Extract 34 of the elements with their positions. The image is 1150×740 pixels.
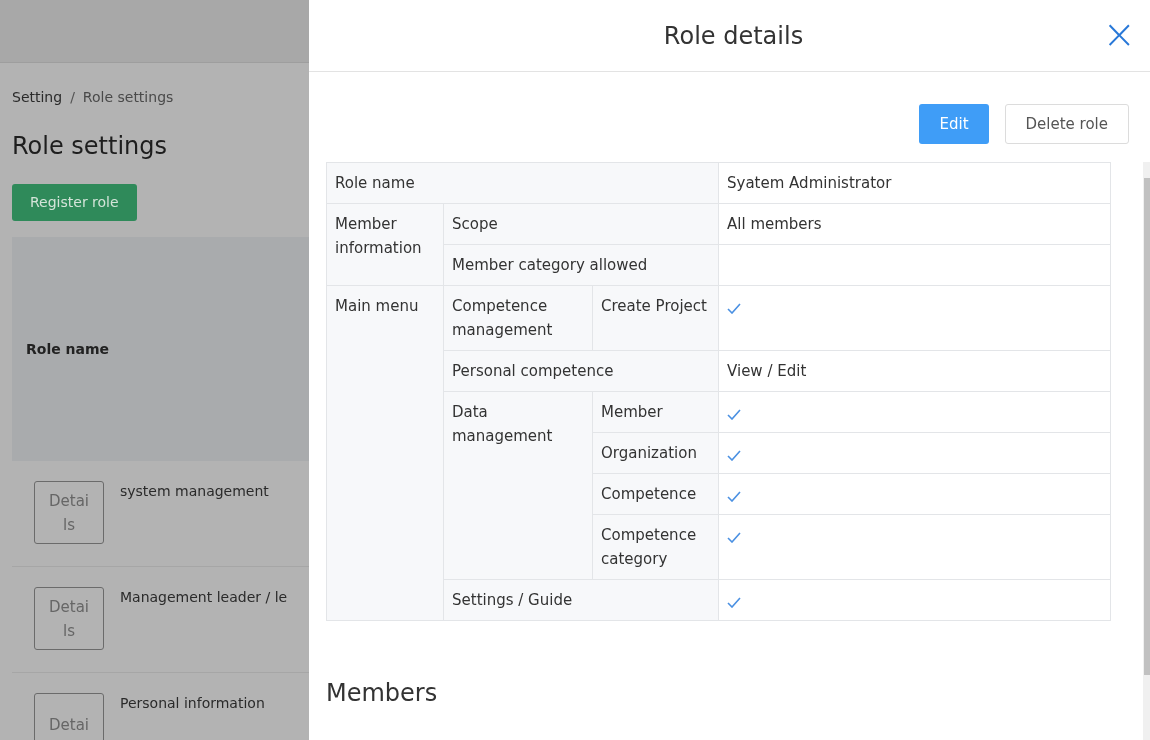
label-cell: Create Project xyxy=(592,285,719,351)
role-name: Personal information xyxy=(120,694,265,713)
label-cell: Data management xyxy=(443,391,593,580)
details-button[interactable]: Details xyxy=(34,587,104,650)
role-name: system management xyxy=(120,482,269,501)
label-cell: Role name xyxy=(326,162,719,204)
label-cell: Organization xyxy=(592,432,719,474)
details-button[interactable]: Details xyxy=(34,481,104,544)
label-cell: Competence category xyxy=(592,514,719,580)
register-role-button[interactable]: Register role xyxy=(12,184,137,221)
members-heading: Members xyxy=(326,678,439,709)
column-header: Role name xyxy=(26,339,110,359)
page-title: Role settings xyxy=(11,131,169,162)
label-cell: Member category allowed xyxy=(443,244,719,286)
close-button[interactable]: × xyxy=(1102,14,1136,54)
breadcrumb-separator: / xyxy=(70,88,75,107)
label-cell: Competence xyxy=(592,473,719,515)
edit-button[interactable]: Edit xyxy=(919,104,989,144)
breadcrumb-link[interactable]: Role settings xyxy=(82,87,174,108)
role-name: Management leader / le xyxy=(120,588,288,607)
details-button[interactable]: Detai xyxy=(34,693,104,740)
value-cell: Syatem Administrator xyxy=(718,162,1111,204)
label-cell: Competence management xyxy=(443,285,593,351)
label-cell: Scope xyxy=(443,203,719,245)
label-cell: Member information xyxy=(326,203,444,286)
breadcrumb-link[interactable]: Setting xyxy=(12,87,63,108)
label-cell: Settings / Guide xyxy=(443,579,719,621)
drawer-title: Role details xyxy=(663,20,804,52)
label-cell: Main menu xyxy=(326,285,444,621)
delete-role-button[interactable]: Delete role xyxy=(1004,104,1129,144)
value-cell: All members xyxy=(718,203,1111,245)
label-cell: Member xyxy=(592,391,719,433)
value-cell: View / Edit xyxy=(718,350,1111,392)
label-cell: Personal competence xyxy=(443,350,719,392)
